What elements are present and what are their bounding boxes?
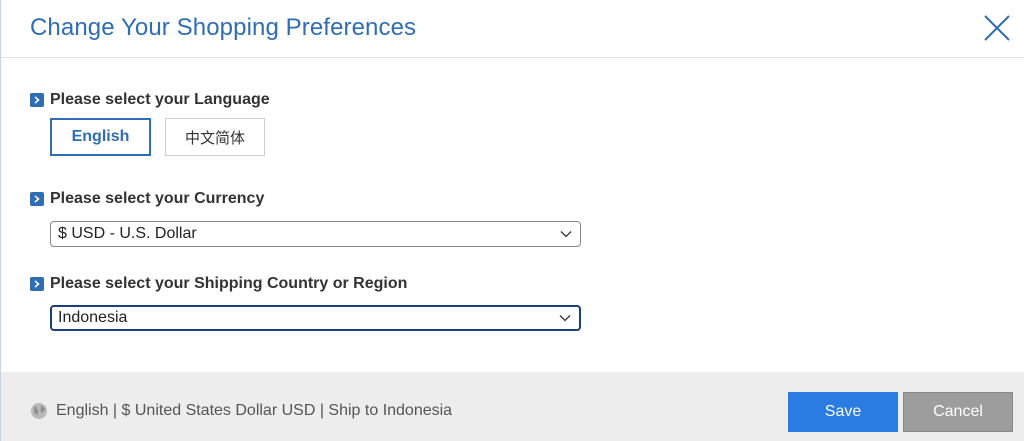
summary-text: English | $ United States Dollar USD | S…: [56, 402, 453, 419]
language-section-label: Please select your Language: [30, 90, 270, 110]
currency-select[interactable]: $ USD - U.S. Dollar: [50, 221, 581, 247]
close-icon: [984, 15, 1010, 41]
currency-value: $ USD - U.S. Dollar: [58, 225, 197, 242]
language-option-chinese[interactable]: 中文简体: [165, 118, 265, 156]
chevron-right-icon: [30, 277, 44, 291]
shipping-country-select[interactable]: Indonesia: [50, 305, 581, 331]
chevron-down-icon: [559, 314, 571, 322]
chevron-right-icon: [30, 93, 44, 107]
currency-label: Please select your Currency: [50, 190, 265, 207]
cancel-button[interactable]: Cancel: [903, 392, 1013, 432]
dialog-title: Change Your Shopping Preferences: [30, 14, 417, 41]
shipping-label: Please select your Shipping Country or R…: [50, 275, 408, 292]
close-button[interactable]: [981, 12, 1013, 44]
shipping-section-label: Please select your Shipping Country or R…: [30, 274, 407, 294]
preferences-dialog: Change Your Shopping Preferences Please …: [0, 0, 1024, 441]
language-option-english[interactable]: English: [50, 118, 151, 156]
shipping-country-value: Indonesia: [58, 309, 128, 326]
currency-section-label: Please select your Currency: [30, 189, 264, 209]
globe-icon: [30, 402, 48, 420]
chevron-right-icon: [30, 192, 44, 206]
chevron-down-icon: [560, 230, 572, 238]
preferences-summary: English | $ United States Dollar USD | S…: [30, 402, 452, 420]
dialog-header: Change Your Shopping Preferences: [1, 0, 1024, 58]
dialog-footer: English | $ United States Dollar USD | S…: [1, 372, 1024, 441]
save-button[interactable]: Save: [788, 392, 898, 432]
language-label: Please select your Language: [50, 91, 270, 108]
